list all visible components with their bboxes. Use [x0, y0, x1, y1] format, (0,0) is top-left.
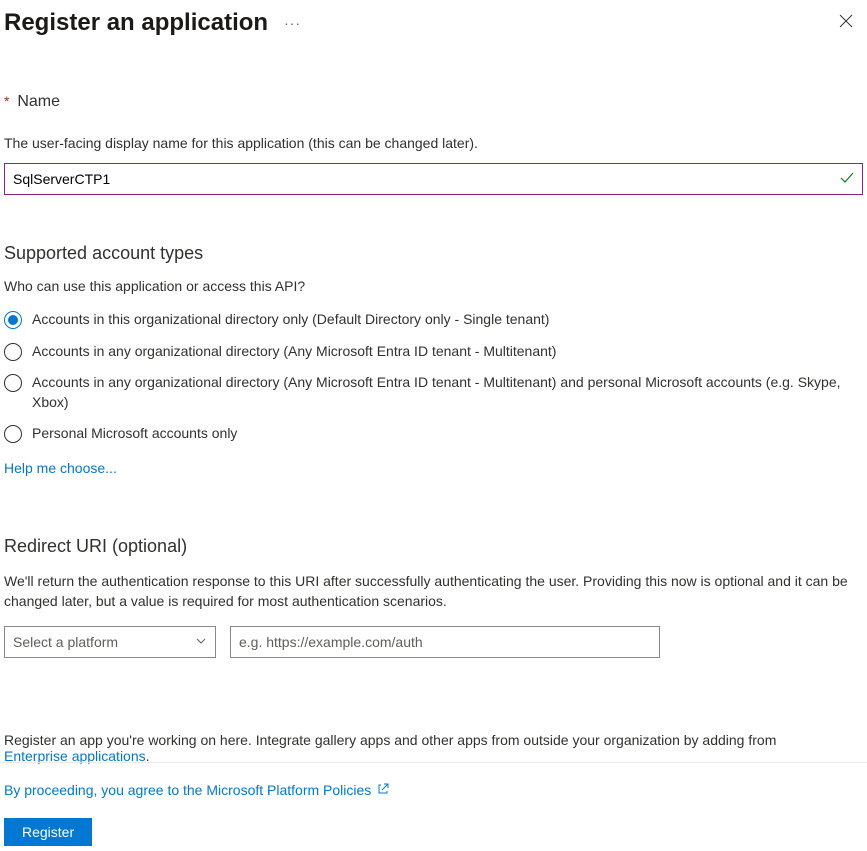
divider	[0, 762, 867, 763]
account-types-heading: Supported account types	[4, 243, 863, 264]
redirect-description: We'll return the authentication response…	[4, 571, 863, 612]
check-icon	[839, 170, 855, 189]
chevron-down-icon	[195, 634, 207, 650]
platform-policies-link[interactable]: By proceeding, you agree to the Microsof…	[4, 782, 371, 798]
more-button[interactable]: ···	[280, 11, 305, 35]
radio-icon	[4, 343, 22, 361]
name-description: The user-facing display name for this ap…	[4, 135, 863, 151]
platform-select[interactable]: Select a platform	[4, 626, 216, 658]
page-title: Register an application	[4, 9, 268, 37]
close-icon	[839, 16, 853, 31]
radio-label: Personal Microsoft accounts only	[32, 424, 237, 444]
radio-multitenant[interactable]: Accounts in any organizational directory…	[4, 342, 863, 362]
radio-icon	[4, 425, 22, 443]
footer-note: Register an app you're working on here. …	[4, 732, 863, 764]
account-types-radio-group: Accounts in this organizational director…	[4, 310, 863, 444]
radio-multitenant-personal[interactable]: Accounts in any organizational directory…	[4, 373, 863, 412]
radio-label: Accounts in this organizational director…	[32, 310, 549, 330]
close-button[interactable]	[833, 8, 859, 37]
redirect-uri-input[interactable]	[230, 626, 660, 658]
external-link-icon	[377, 782, 389, 798]
redirect-heading: Redirect URI (optional)	[4, 536, 863, 557]
platform-select-value: Select a platform	[13, 634, 118, 650]
required-indicator: *	[4, 93, 9, 109]
radio-icon	[4, 374, 22, 392]
name-input[interactable]	[4, 163, 863, 195]
name-label: Name	[17, 93, 60, 111]
radio-single-tenant[interactable]: Accounts in this organizational director…	[4, 310, 863, 330]
radio-icon	[4, 311, 22, 329]
register-button[interactable]: Register	[4, 818, 92, 846]
radio-label: Accounts in any organizational directory…	[32, 373, 863, 412]
account-types-sub: Who can use this application or access t…	[4, 278, 863, 294]
radio-personal-only[interactable]: Personal Microsoft accounts only	[4, 424, 863, 444]
help-me-choose-link[interactable]: Help me choose...	[4, 460, 117, 476]
radio-label: Accounts in any organizational directory…	[32, 342, 556, 362]
